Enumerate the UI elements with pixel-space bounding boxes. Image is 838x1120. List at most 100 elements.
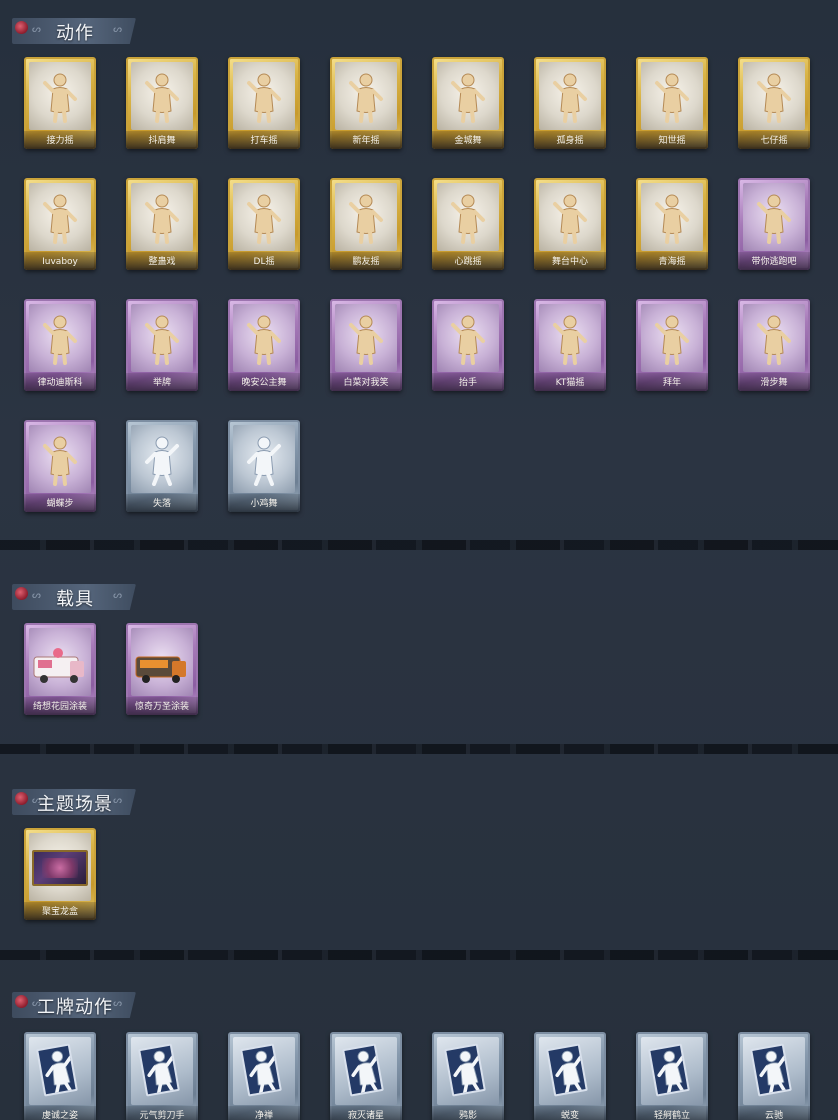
card-label: 聚宝龙盒 [41,907,78,917]
figure-dance-icon [550,192,590,244]
figure-dance-icon [652,71,692,123]
card-label: 轻舸鹤立 [653,1111,690,1120]
item-card[interactable]: 聚宝龙盒 [24,828,96,920]
item-card[interactable]: 知世摇 [636,57,708,149]
section-title: 动作 [56,23,94,44]
swirl-ornament-icon: ᔕ [32,590,41,601]
item-card[interactable]: 孤身摇 [534,57,606,149]
section-vehicles: ᔕ ᔕ 载具 绮想花园涂装 惊奇万圣涂装 [0,584,838,724]
item-card[interactable]: KT猫摇 [534,299,606,391]
card-label: 接力摇 [46,136,74,146]
figure-dance-icon [346,192,386,244]
item-card[interactable]: 打车摇 [228,57,300,149]
swirl-ornament-icon: ᔕ [113,998,122,1009]
card-label: 滑步舞 [760,378,788,388]
card-label: 律动迪斯科 [37,378,83,388]
card-label: 白菜对我笑 [343,378,389,388]
item-card[interactable]: DL摇 [228,178,300,270]
item-card[interactable]: 失落 [126,420,198,512]
card-label: 新年摇 [352,136,380,146]
figure-dance-icon [448,192,488,244]
item-card[interactable]: 晚安公主舞 [228,299,300,391]
figure-sign-icon [142,313,182,365]
item-card[interactable]: 七仔摇 [738,57,810,149]
card-label: 虔诚之姿 [41,1111,78,1120]
figure-dance-icon [244,192,284,244]
item-card[interactable]: 元气剪刀手 [126,1032,198,1120]
item-card[interactable]: 抖肩舞 [126,57,198,149]
card-label: 失落 [152,499,171,509]
figure-dance-icon [40,192,80,244]
item-card[interactable]: 惊奇万圣涂装 [126,623,198,715]
item-card[interactable]: 抬手 [432,299,504,391]
item-card[interactable]: Iuvaboy [24,178,96,270]
section-title: 载具 [56,589,94,610]
item-card[interactable]: 拜年 [636,299,708,391]
item-card[interactable]: 虔诚之姿 [24,1032,96,1120]
rose-icon [15,21,28,34]
item-card[interactable]: 新年摇 [330,57,402,149]
item-card[interactable]: 鸦影 [432,1032,504,1120]
figure-dance-icon [142,192,182,244]
item-card[interactable]: 白菜对我笑 [330,299,402,391]
card-label: Iuvaboy [42,257,78,267]
item-card[interactable]: 带你逃跑吧 [738,178,810,270]
item-card[interactable]: 接力摇 [24,57,96,149]
figure-dance-icon [550,313,590,365]
ice-cream-truck-icon [30,647,90,687]
section-scenes: ᔕ ᔕ 主题场景 聚宝龙盒 [0,789,838,929]
figure-dance-icon [244,71,284,123]
section-divider [0,950,838,960]
item-card[interactable]: 心跳摇 [432,178,504,270]
card-label: 鹏友摇 [352,257,380,267]
card-label: 七仔摇 [760,136,788,146]
card-label: 云驰 [764,1111,783,1120]
card-label: 惊奇万圣涂装 [134,702,189,712]
swirl-ornament-icon: ᔕ [113,590,122,601]
item-card[interactable]: 青海摇 [636,178,708,270]
card-label: DL摇 [253,257,275,267]
card-label: 鸦影 [458,1111,477,1120]
item-card[interactable]: 蝴蝶步 [24,420,96,512]
card-label: 寂灭诸星 [347,1111,384,1120]
section-tag-actions: ᔕ ᔕ 工牌动作 虔诚之姿 元气剪刀手 净禅 寂灭诸星 鸦影 蜕变 轻舸鹤立 云… [0,992,838,1120]
item-card[interactable]: 轻舸鹤立 [636,1032,708,1120]
card-label: 举牌 [152,378,171,388]
figure-dance-icon [346,313,386,365]
figure-dance-icon [754,313,794,365]
card-label: 打车摇 [250,136,278,146]
figure-dance-icon [550,71,590,123]
item-card[interactable]: 小鸡舞 [228,420,300,512]
rose-icon [15,995,28,1008]
item-card[interactable]: 举牌 [126,299,198,391]
item-card[interactable]: 金城舞 [432,57,504,149]
section-divider [0,744,838,754]
card-label: 蜕变 [560,1111,579,1120]
figure-dance-icon [346,71,386,123]
item-card[interactable]: 云驰 [738,1032,810,1120]
item-card[interactable]: 净禅 [228,1032,300,1120]
item-card[interactable]: 滑步舞 [738,299,810,391]
card-label: 蝴蝶步 [46,499,74,509]
figure-dance-icon [244,313,284,365]
swirl-ornament-icon: ᔕ [113,795,122,806]
figure-dance-icon [754,192,794,244]
halloween-truck-icon [132,647,192,687]
item-card[interactable]: 鹏友摇 [330,178,402,270]
section-title: 主题场景 [37,794,113,815]
item-card[interactable]: 舞台中心 [534,178,606,270]
rose-icon [15,587,28,600]
section-divider [0,540,838,550]
card-label: 舞台中心 [551,257,588,267]
item-card[interactable]: 律动迪斯科 [24,299,96,391]
card-label: 小鸡舞 [250,499,278,509]
card-label: 金城舞 [454,136,482,146]
figure-dance-icon [754,71,794,123]
item-card[interactable]: 整蛊戏 [126,178,198,270]
item-card[interactable]: 蜕变 [534,1032,606,1120]
scene-frame-icon [32,850,88,886]
figure-dance-icon [652,192,692,244]
item-card[interactable]: 绮想花园涂装 [24,623,96,715]
item-card[interactable]: 寂灭诸星 [330,1032,402,1120]
card-label: 拜年 [662,378,681,388]
